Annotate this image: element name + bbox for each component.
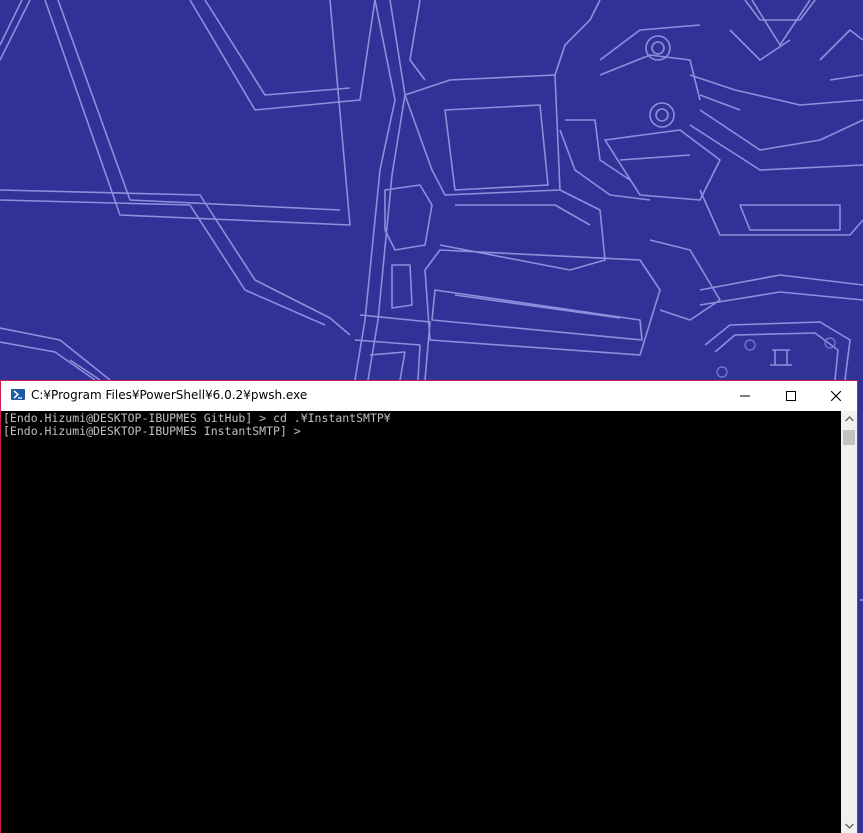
powershell-icon[interactable]	[11, 389, 25, 400]
vertical-scrollbar[interactable]	[841, 411, 857, 833]
scroll-thumb[interactable]	[843, 430, 855, 445]
minimize-button[interactable]	[722, 381, 768, 411]
scroll-down-arrow-icon	[844, 823, 854, 829]
scroll-up-arrow-icon	[844, 416, 854, 422]
scroll-up-button[interactable]	[841, 411, 857, 427]
powershell-window[interactable]: C:¥Program Files¥PowerShell¥6.0.2¥pwsh.e…	[0, 380, 858, 833]
close-icon	[831, 391, 841, 401]
window-title: C:¥Program Files¥PowerShell¥6.0.2¥pwsh.e…	[31, 388, 308, 402]
maximize-icon	[786, 391, 796, 401]
scroll-down-button[interactable]	[841, 818, 857, 833]
minimize-icon	[740, 395, 750, 397]
console-output[interactable]: [Endo.Hizumi@DESKTOP-IBUPMES GitHub] > c…	[1, 411, 841, 833]
title-bar[interactable]: C:¥Program Files¥PowerShell¥6.0.2¥pwsh.e…	[1, 381, 857, 411]
maximize-button[interactable]	[768, 381, 814, 411]
close-button[interactable]	[813, 381, 859, 411]
console-prompt-line: [Endo.Hizumi@DESKTOP-IBUPMES InstantSMTP…	[3, 424, 301, 438]
